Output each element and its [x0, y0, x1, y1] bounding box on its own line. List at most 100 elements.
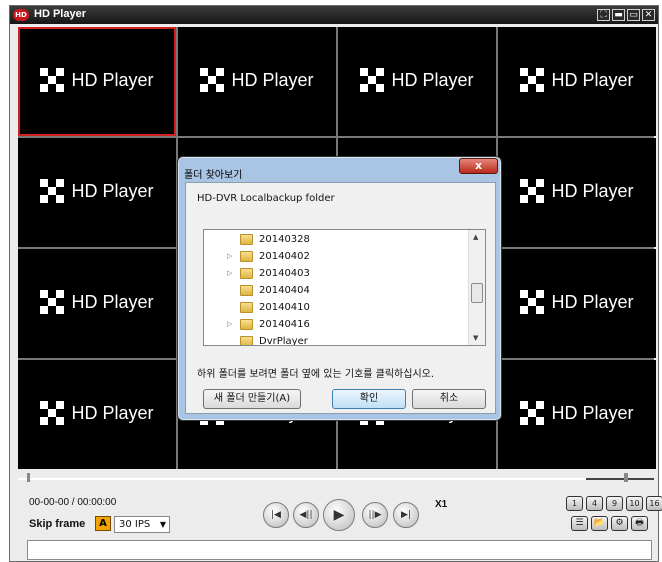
video-channel-13[interactable]: HD Player [18, 360, 176, 469]
speed-indicator: X1 [435, 499, 448, 510]
seek-range-line [586, 478, 654, 480]
skip-auto-badge[interactable]: A [95, 516, 111, 531]
step-forward-icon: ||▶ [368, 510, 382, 520]
channel-logo-text: HD Player [551, 402, 634, 423]
folder-name: 20140402 [259, 251, 310, 262]
skip-frame-label: Skip frame [29, 518, 86, 530]
new-folder-button[interactable]: 새 폴더 만들기(A) [203, 389, 301, 409]
channel-logo-text: HD Player [71, 291, 154, 312]
layout-16-button[interactable]: 16 [646, 496, 662, 511]
close-button[interactable]: ✕ [642, 9, 655, 21]
dialog-description: HD-DVR Localbackup folder [197, 193, 335, 204]
hd-player-logo-icon [40, 401, 65, 425]
video-channel-4[interactable]: HD Player [498, 27, 656, 136]
channel-logo-text: HD Player [551, 291, 634, 312]
list-icon: ☰ [575, 518, 584, 528]
layout-10-button[interactable]: 10 [626, 496, 643, 511]
folder-open-button[interactable]: 📂 [591, 516, 608, 531]
play-button[interactable]: ▶ [323, 499, 355, 531]
channel-logo: HD Player [18, 290, 176, 314]
tree-scrollbar[interactable]: ▲ ▼ [468, 230, 485, 345]
list-button[interactable]: ☰ [571, 516, 588, 531]
seek-end-handle[interactable] [624, 473, 628, 482]
skip-end-button[interactable]: ▶| [393, 502, 419, 528]
folder-name: DvrPlayer [259, 336, 308, 346]
print-icon: 🖶 [635, 518, 644, 528]
hd-player-logo-icon [520, 68, 545, 92]
video-channel-8[interactable]: HD Player [498, 138, 656, 247]
hd-player-logo-icon [520, 290, 545, 314]
scroll-down-icon[interactable]: ▼ [473, 334, 478, 342]
scroll-up-icon[interactable]: ▲ [473, 233, 478, 241]
expand-arrow-icon[interactable]: ▷ [227, 316, 232, 333]
channel-logo: HD Player [498, 290, 656, 314]
folder-item[interactable]: 20140410 [204, 299, 469, 316]
video-channel-3[interactable]: HD Player [338, 27, 496, 136]
seek-start-handle[interactable] [27, 473, 30, 482]
expand-arrow-icon[interactable]: ▷ [227, 248, 232, 265]
folder-icon [240, 268, 253, 279]
channel-logo: HD Player [498, 401, 656, 425]
channel-logo: HD Player [18, 179, 176, 203]
folder-icon [240, 234, 253, 245]
video-channel-5[interactable]: HD Player [18, 138, 176, 247]
minimize-button[interactable]: ▬ [612, 9, 625, 21]
folder-icon [240, 302, 253, 313]
hd-player-logo-icon [520, 179, 545, 203]
folder-item[interactable]: ▷ 20140402 [204, 248, 469, 265]
expand-arrow-icon[interactable]: ▷ [227, 265, 232, 282]
settings-icon: ⚙ [615, 518, 624, 528]
video-channel-16[interactable]: HD Player [498, 360, 656, 469]
seek-track[interactable] [18, 478, 654, 480]
channel-logo: HD Player [18, 68, 176, 92]
title-bar[interactable]: HD HD Player ⛶ ▬ ▭ ✕ [10, 6, 658, 24]
channel-logo: HD Player [338, 68, 496, 92]
layout-9-button[interactable]: 9 [606, 496, 623, 511]
channel-logo-text: HD Player [551, 69, 634, 90]
folder-icon [240, 285, 253, 296]
dialog-title: 폴더 찾아보기 [184, 170, 243, 181]
channel-logo-text: HD Player [231, 69, 314, 90]
folder-name: 20140404 [259, 285, 310, 296]
dialog-body: HD-DVR Localbackup folder 20140328 ▷ 20140… [185, 182, 496, 414]
settings-button[interactable]: ⚙ [611, 516, 628, 531]
skip-start-button[interactable]: |◀ [263, 502, 289, 528]
seek-bar[interactable] [18, 473, 654, 482]
ips-select[interactable]: 30 IPS ▼ [114, 516, 170, 533]
print-button[interactable]: 🖶 [631, 516, 648, 531]
hd-player-logo-icon [40, 179, 65, 203]
channel-logo: HD Player [498, 68, 656, 92]
skip-end-icon: ▶| [401, 510, 411, 520]
play-icon: ▶ [333, 507, 345, 523]
folder-item[interactable]: 20140404 [204, 282, 469, 299]
folder-item[interactable]: ▷ 20140416 [204, 316, 469, 333]
layout-4-button[interactable]: 4 [586, 496, 603, 511]
folder-icon [240, 251, 253, 262]
cancel-button[interactable]: 취소 [412, 389, 486, 409]
folder-item[interactable]: DvrPlayer [204, 333, 469, 346]
channel-logo-text: HD Player [391, 69, 474, 90]
dialog-close-button[interactable]: x [459, 158, 498, 174]
hd-player-logo-icon [200, 68, 225, 92]
video-channel-2[interactable]: HD Player [178, 27, 336, 136]
channel-logo-text: HD Player [551, 180, 634, 201]
ok-button[interactable]: 확인 [332, 389, 406, 409]
folder-name: 20140416 [259, 319, 310, 330]
layout-1-button[interactable]: 1 [566, 496, 583, 511]
channel-logo-text: HD Player [71, 69, 154, 90]
video-channel-9[interactable]: HD Player [18, 249, 176, 358]
fullscreen-button[interactable]: ⛶ [597, 9, 610, 21]
scroll-thumb[interactable] [471, 283, 483, 303]
folder-icon [240, 336, 253, 345]
hd-player-logo-icon [40, 290, 65, 314]
folder-tree[interactable]: 20140328 ▷ 20140402 ▷ 20140403 20140404 201404… [203, 229, 486, 346]
folder-item[interactable]: 20140328 [204, 231, 469, 248]
channel-logo: HD Player [178, 68, 336, 92]
folder-open-icon: 📂 [593, 518, 606, 528]
step-forward-button[interactable]: ||▶ [362, 502, 388, 528]
video-channel-1[interactable]: HD Player [18, 27, 176, 136]
folder-item[interactable]: ▷ 20140403 [204, 265, 469, 282]
maximize-button[interactable]: ▭ [627, 9, 640, 21]
step-back-button[interactable]: ◀|| [293, 502, 319, 528]
video-channel-12[interactable]: HD Player [498, 249, 656, 358]
